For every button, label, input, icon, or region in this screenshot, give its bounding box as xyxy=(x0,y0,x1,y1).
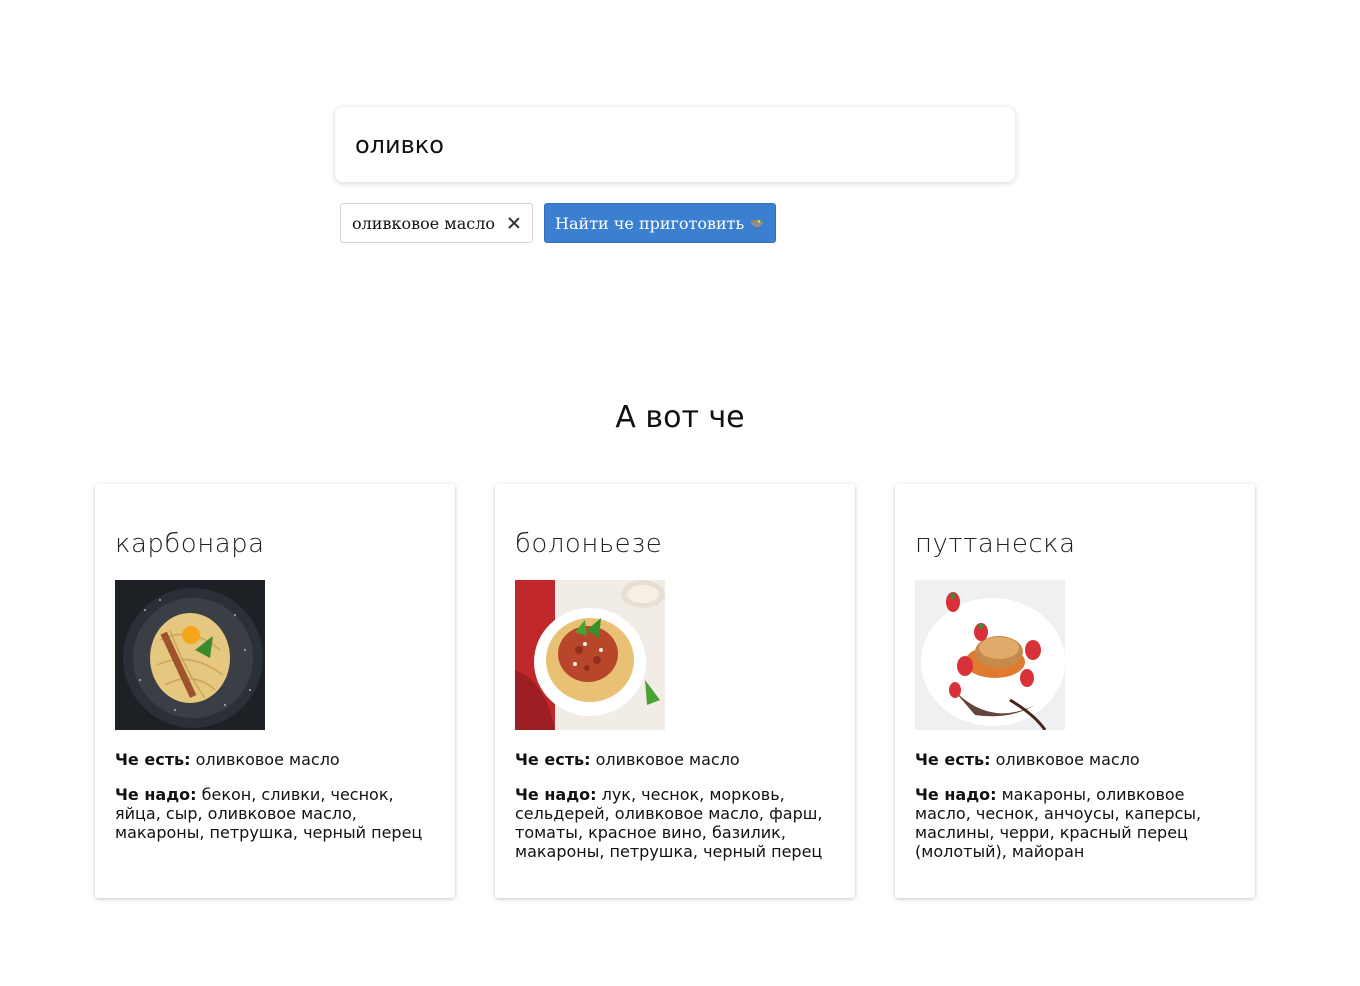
have-value: оливковое масло xyxy=(595,750,740,769)
ingredient-chip-label: оливковое масло xyxy=(352,213,496,233)
recipe-title: путтанеска xyxy=(915,529,1076,559)
recipe-need: Че надо: лук, чеснок, морковь, сельдерей… xyxy=(515,785,835,861)
recipe-have: Че есть: оливковое масло xyxy=(915,750,1235,769)
recipe-need: Че надо: макароны, оливковое масло, чесн… xyxy=(915,785,1235,861)
need-label: Че надо: xyxy=(915,785,997,804)
need-label: Че надо: xyxy=(115,785,197,804)
have-label: Че есть: xyxy=(915,750,991,769)
find-recipes-button[interactable]: Найти че приготовить xyxy=(544,203,777,243)
bowl-icon xyxy=(750,219,764,230)
selected-ingredients: оливковое масло Найти че приготовить xyxy=(340,203,777,243)
have-value: оливковое масло xyxy=(195,750,340,769)
bolognese-image xyxy=(515,580,665,730)
search-box xyxy=(335,107,1015,182)
recipe-title: карбонара xyxy=(115,529,265,559)
recipe-title: болоньезе xyxy=(515,529,663,559)
recipe-need: Че надо: бекон, сливки, чеснок, яйца, сы… xyxy=(115,785,435,842)
find-recipes-label: Найти че приготовить xyxy=(555,213,745,233)
carbonara-image xyxy=(115,580,265,730)
results-title: А вот че xyxy=(615,400,745,435)
recipe-card[interactable]: болоньезе Че есть: оливковое масло Че на… xyxy=(495,484,855,898)
need-label: Че надо: xyxy=(515,785,597,804)
have-value: оливковое масло xyxy=(995,750,1140,769)
have-label: Че есть: xyxy=(115,750,191,769)
search-input[interactable] xyxy=(335,107,1015,182)
close-icon[interactable] xyxy=(507,216,521,230)
puttanesca-image xyxy=(915,580,1065,730)
have-label: Че есть: xyxy=(515,750,591,769)
ingredient-chip: оливковое масло xyxy=(340,203,534,243)
recipe-have: Че есть: оливковое масло xyxy=(515,750,835,769)
recipe-have: Че есть: оливковое масло xyxy=(115,750,435,769)
recipe-card[interactable]: карбонара Че есть: оливковое масло Че на… xyxy=(95,484,455,898)
recipe-card[interactable]: путтанеска Че есть: оливковое масло Че н… xyxy=(895,484,1255,898)
